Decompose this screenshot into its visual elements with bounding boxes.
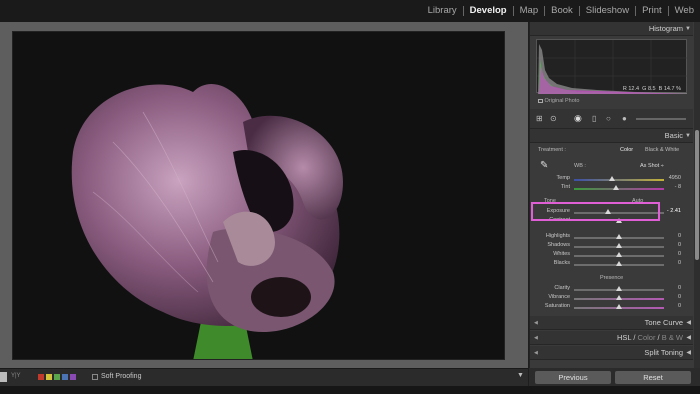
saturation-knob[interactable] — [616, 304, 622, 309]
checkbox-icon — [538, 98, 543, 103]
filmstrip-bar — [0, 386, 700, 394]
expand-triangle-icon: ◀ — [534, 335, 538, 341]
yellow-label-icon[interactable] — [46, 374, 52, 380]
expand-triangle-icon: ◀ — [534, 350, 538, 356]
wb-select[interactable]: As Shot ÷ — [640, 163, 664, 169]
module-web[interactable]: Web — [669, 6, 700, 16]
temp-knob[interactable] — [608, 176, 615, 181]
purple-label-icon[interactable] — [70, 374, 76, 380]
blue-label-icon[interactable] — [62, 374, 68, 380]
module-develop[interactable]: Develop — [464, 6, 514, 16]
b-value: 14.7 — [663, 86, 675, 92]
radial-filter-icon[interactable]: ○ — [606, 114, 611, 123]
module-bar: Library Develop Map Book Slideshow Print… — [0, 0, 700, 22]
spot-removal-icon[interactable]: ⊙ — [550, 114, 557, 123]
tone-curve-header[interactable]: ◀ Tone Curve ◀ — [530, 316, 693, 330]
vibrance-knob[interactable] — [616, 295, 622, 300]
expand-triangle-icon: ◀ — [534, 320, 538, 326]
eyedropper-icon[interactable]: ✎ — [540, 160, 548, 171]
image-canvas — [0, 22, 528, 368]
tool-strip: ⊞ ⊙ ◉ ▯ ○ ● — [530, 109, 693, 129]
soft-proofing-label: Soft Proofing — [101, 373, 142, 380]
graduated-filter-icon[interactable]: ▯ — [592, 114, 596, 123]
tint-slider[interactable]: Tint - 8 — [530, 184, 693, 194]
photo-preview[interactable] — [12, 31, 505, 360]
module-map[interactable]: Map — [514, 6, 546, 16]
panel-buttons: Previous Reset — [529, 368, 700, 386]
tool-slider[interactable] — [636, 118, 686, 120]
highlights-knob[interactable] — [616, 234, 622, 239]
presence-label: Presence — [600, 275, 624, 281]
exposure-highlight-box — [531, 202, 660, 221]
green-label-icon[interactable] — [54, 374, 60, 380]
shadows-knob[interactable] — [616, 243, 622, 248]
r-value: 12.4 — [628, 86, 640, 92]
tint-knob[interactable] — [613, 185, 620, 190]
module-slideshow[interactable]: Slideshow — [580, 6, 637, 16]
module-picker: Library Develop Map Book Slideshow Print… — [422, 0, 700, 22]
collapse-triangle-icon: ▼ — [685, 26, 691, 32]
panel-scrollbar[interactable] — [694, 22, 700, 368]
collapse-triangle-icon: ▼ — [685, 133, 691, 139]
module-print[interactable]: Print — [636, 6, 669, 16]
collapse-triangle-icon: ◀ — [686, 350, 691, 356]
reset-button[interactable]: Reset — [615, 371, 691, 384]
right-panel: Histogram ▼ R 12.4 G 8.5 B 14.7 % Origin… — [529, 22, 700, 368]
basic-header[interactable]: Basic ▼ — [530, 129, 693, 143]
collapse-triangle-icon: ◀ — [686, 320, 691, 326]
split-toning-header[interactable]: ◀ Split Toning ◀ — [530, 346, 693, 360]
blacks-slider[interactable]: Blacks 0 — [530, 260, 693, 270]
histogram-title: Histogram — [648, 24, 683, 33]
rgb-readout: R 12.4 G 8.5 B 14.7 % — [622, 86, 681, 92]
module-library[interactable]: Library — [422, 6, 464, 16]
blacks-knob[interactable] — [616, 261, 622, 266]
toolbar-menu-icon[interactable]: ▼ — [517, 372, 524, 379]
saturation-slider[interactable]: Saturation 0 — [530, 303, 693, 313]
original-photo-toggle[interactable]: Original Photo — [538, 98, 579, 104]
red-label-icon[interactable] — [38, 374, 44, 380]
whites-knob[interactable] — [616, 252, 622, 257]
wb-label: WB : — [574, 163, 586, 169]
before-after-icon[interactable]: Y|Y — [11, 373, 21, 379]
previous-button[interactable]: Previous — [535, 371, 611, 384]
crop-icon[interactable]: ⊞ — [536, 114, 543, 123]
collapse-triangle-icon: ◀ — [686, 335, 691, 341]
histogram — [536, 39, 688, 94]
treatment-label: Treatment : — [538, 147, 566, 153]
treatment-color[interactable]: Color — [620, 147, 633, 153]
brush-icon[interactable]: ● — [622, 114, 627, 123]
soft-proofing-checkbox[interactable] — [92, 374, 98, 380]
histogram-header[interactable]: Histogram ▼ — [530, 22, 693, 36]
module-book[interactable]: Book — [545, 6, 580, 16]
view-mode-icon[interactable] — [0, 372, 7, 382]
hsl-header[interactable]: ◀ HSL / Color / B & W ◀ — [530, 331, 693, 345]
g-value: 8.5 — [647, 86, 656, 92]
bottom-toolbar: Y|Y Soft Proofing ▼ — [0, 368, 528, 386]
treatment-bw[interactable]: Black & White — [645, 147, 679, 153]
clarity-knob[interactable] — [616, 286, 622, 291]
basic-title: Basic — [664, 131, 683, 140]
redeye-icon[interactable]: ◉ — [574, 113, 582, 124]
